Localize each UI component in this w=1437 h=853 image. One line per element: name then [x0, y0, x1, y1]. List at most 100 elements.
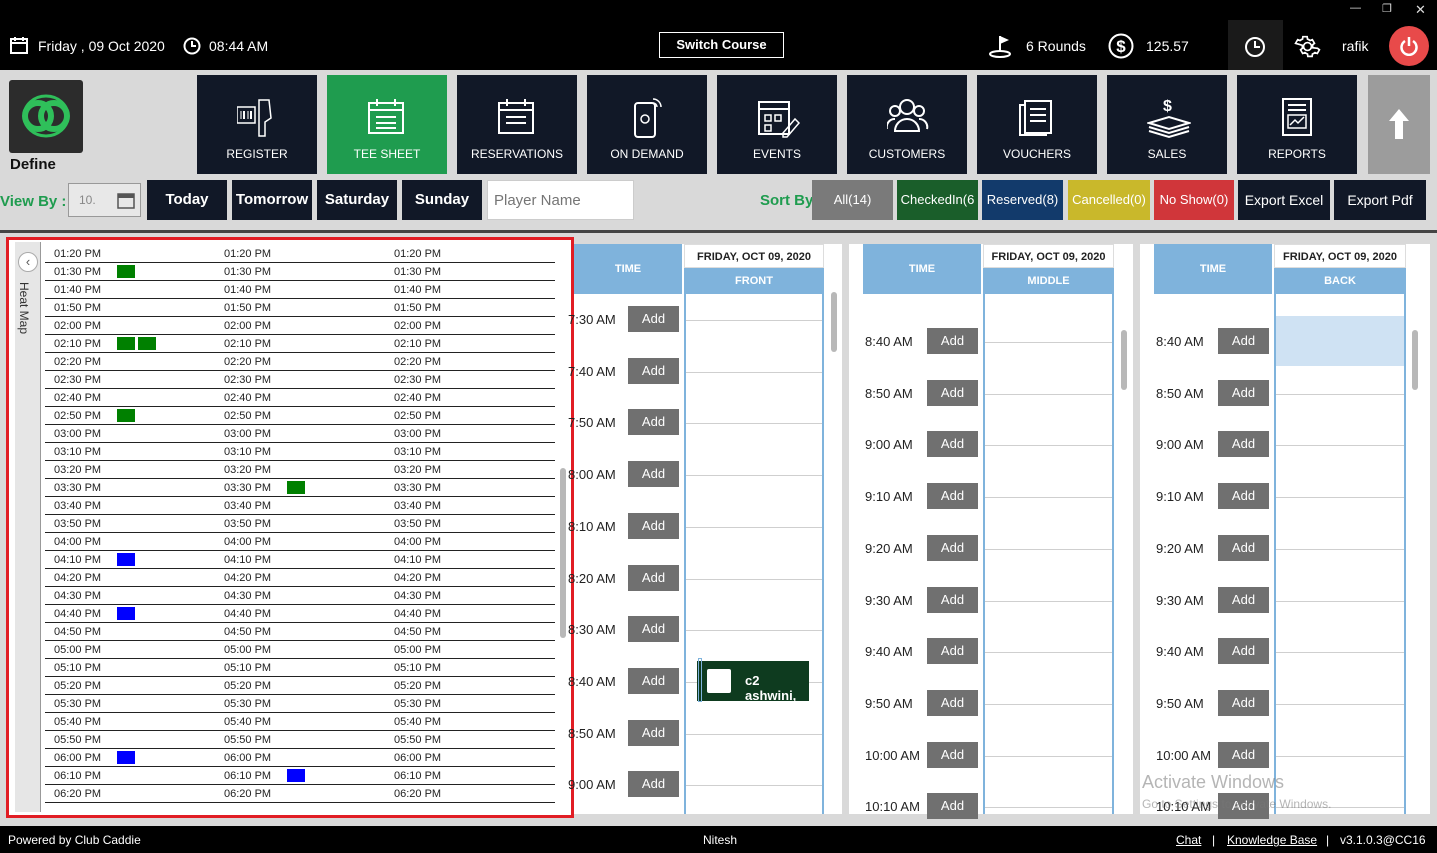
dollar-icon: $: [1108, 33, 1134, 59]
app-logo[interactable]: [9, 80, 83, 153]
nav-reports[interactable]: REPORTS: [1237, 75, 1357, 174]
minimize-icon[interactable]: —: [1350, 2, 1361, 14]
add-booking-button[interactable]: Add: [927, 586, 978, 613]
add-booking-button[interactable]: Add: [1218, 379, 1269, 406]
reserved-marker[interactable]: [287, 769, 305, 782]
heat-map-time: 05:00 PM: [224, 644, 272, 656]
sort-checkedin-button[interactable]: CheckedIn(6: [897, 180, 978, 220]
reserved-marker[interactable]: [117, 751, 135, 764]
add-booking-button[interactable]: Add: [1218, 431, 1269, 458]
add-booking-button[interactable]: Add: [1218, 689, 1269, 716]
heat-map-row: 05:50 PM 05:50 PM 05:50 PM: [45, 731, 555, 749]
front-scrollbar[interactable]: [831, 292, 837, 352]
collapse-chevron-icon[interactable]: ‹: [18, 252, 38, 272]
middle-scrollbar[interactable]: [1121, 330, 1127, 390]
sort-cancelled-button[interactable]: Cancelled(0): [1068, 180, 1150, 220]
chat-link[interactable]: Chat: [1176, 833, 1201, 847]
add-booking-button[interactable]: Add: [628, 461, 679, 488]
slot-time: 9:10 AM: [865, 489, 913, 505]
add-booking-button[interactable]: Add: [1218, 638, 1269, 665]
arrow-up-icon: [1389, 109, 1409, 139]
add-booking-button[interactable]: Add: [1218, 534, 1269, 561]
svg-text:$: $: [1116, 37, 1126, 56]
heat-map-time: 02:50 PM: [224, 410, 272, 422]
heat-map-row: 03:10 PM 03:10 PM 03:10 PM: [45, 443, 555, 461]
add-booking-button[interactable]: Add: [628, 719, 679, 746]
export-pdf-button[interactable]: Export Pdf: [1334, 180, 1426, 220]
gear-icon[interactable]: [1294, 33, 1321, 60]
nav-events[interactable]: EVENTS: [717, 75, 837, 174]
sort-no-show-button[interactable]: No Show(0): [1154, 180, 1234, 220]
nav-tee-sheet[interactable]: TEE SHEET: [327, 75, 447, 174]
heat-map-row: 02:10 PM 02:10 PM 02:10 PM: [45, 335, 555, 353]
add-booking-button[interactable]: Add: [927, 328, 978, 354]
add-booking-button[interactable]: Add: [1218, 586, 1269, 613]
heat-map-time: 02:00 PM: [224, 320, 272, 332]
sort-all-button[interactable]: All(14): [812, 180, 893, 220]
tomorrow-button[interactable]: Tomorrow: [232, 180, 312, 220]
nav-register[interactable]: REGISTER: [197, 75, 317, 174]
nav-on-demand[interactable]: ON DEMAND: [587, 75, 707, 174]
heat-map-time: 05:20 PM: [54, 680, 102, 692]
add-booking-button[interactable]: Add: [628, 616, 679, 643]
heat-map-row: 02:00 PM 02:00 PM 02:00 PM: [45, 317, 555, 335]
heat-map-time: 06:10 PM: [224, 770, 272, 782]
close-icon[interactable]: ✕: [1415, 2, 1426, 18]
history-button[interactable]: [1228, 20, 1283, 70]
switch-course-button[interactable]: Switch Course: [659, 32, 784, 58]
reservations-icon: [498, 99, 534, 134]
middle-course-header: MIDDLE: [983, 268, 1114, 294]
checked-in-marker[interactable]: [117, 337, 135, 350]
export-excel-button[interactable]: Export Excel: [1238, 180, 1330, 220]
heat-map-tab[interactable]: ‹ Heat Map: [15, 242, 41, 812]
today-button[interactable]: Today: [147, 180, 227, 220]
add-booking-button[interactable]: Add: [927, 431, 978, 458]
player-name-input[interactable]: [487, 180, 634, 220]
add-booking-button[interactable]: Add: [1218, 741, 1269, 768]
knowledge-base-link[interactable]: Knowledge Base: [1227, 833, 1317, 847]
scroll-up-button[interactable]: [1368, 75, 1430, 174]
date-picker[interactable]: 10.: [68, 183, 141, 217]
slot-time: 9:20 AM: [865, 540, 913, 556]
saturday-button[interactable]: Saturday: [317, 180, 397, 220]
add-booking-button[interactable]: Add: [927, 689, 978, 716]
add-booking-button[interactable]: Add: [1218, 483, 1269, 510]
checked-in-marker[interactable]: [117, 265, 135, 278]
add-booking-button[interactable]: Add: [927, 534, 978, 561]
checked-in-marker[interactable]: [138, 337, 156, 350]
add-booking-button[interactable]: Add: [628, 771, 679, 798]
add-booking-button[interactable]: Add: [628, 564, 679, 591]
powered-by: Powered by Club Caddie: [8, 833, 141, 847]
add-booking-button[interactable]: Add: [927, 793, 978, 820]
logout-button[interactable]: [1389, 26, 1429, 66]
calendar-picker-icon[interactable]: [117, 191, 135, 209]
restore-icon[interactable]: ❐: [1382, 2, 1392, 15]
add-booking-button[interactable]: Add: [1218, 328, 1269, 354]
sunday-button[interactable]: Sunday: [402, 180, 482, 220]
back-scrollbar[interactable]: [1412, 330, 1418, 390]
checked-in-marker[interactable]: [287, 481, 305, 494]
heat-map-scrollbar[interactable]: [560, 468, 566, 638]
add-booking-button[interactable]: Add: [927, 379, 978, 406]
nav-vouchers[interactable]: VOUCHERS: [977, 75, 1097, 174]
add-booking-button[interactable]: Add: [628, 306, 679, 332]
add-booking-button[interactable]: Add: [628, 409, 679, 436]
nav-sales[interactable]: $ SALES: [1107, 75, 1227, 174]
reserved-marker[interactable]: [117, 607, 135, 620]
nav-reservations[interactable]: RESERVATIONS: [457, 75, 577, 174]
define-label[interactable]: Define: [10, 156, 56, 173]
add-booking-button[interactable]: Add: [628, 357, 679, 384]
add-booking-button[interactable]: Add: [628, 512, 679, 539]
sort-reserved-button[interactable]: Reserved(8): [982, 180, 1063, 220]
heat-map-row: 04:30 PM 04:30 PM 04:30 PM: [45, 587, 555, 605]
add-booking-button[interactable]: Add: [628, 667, 679, 694]
add-booking-button[interactable]: Add: [927, 741, 978, 768]
add-booking-button[interactable]: Add: [927, 483, 978, 510]
heat-map-time: 01:20 PM: [394, 248, 442, 260]
heat-map-row: 03:00 PM 03:00 PM 03:00 PM: [45, 425, 555, 443]
add-booking-button[interactable]: Add: [927, 638, 978, 665]
heat-map-time: 03:00 PM: [224, 428, 272, 440]
reserved-marker[interactable]: [117, 553, 135, 566]
nav-customers[interactable]: CUSTOMERS: [847, 75, 967, 174]
checked-in-marker[interactable]: [117, 409, 135, 422]
